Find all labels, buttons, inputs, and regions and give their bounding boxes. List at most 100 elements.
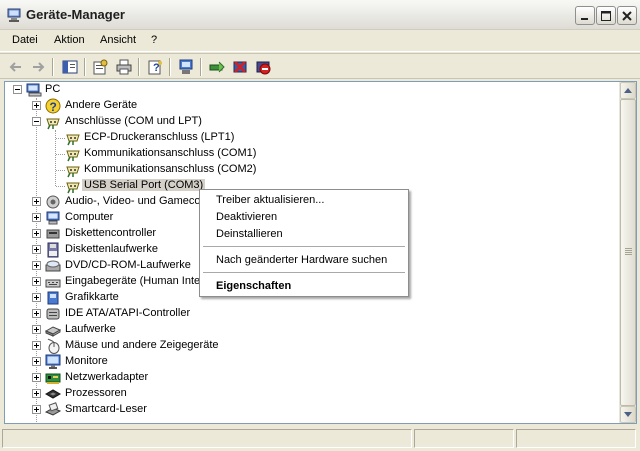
cdrom-icon (45, 258, 61, 274)
tree-node-lpt1[interactable]: ECP-Druckeranschluss (LPT1) (5, 130, 605, 146)
scroll-up-button[interactable] (620, 82, 636, 99)
menu-datei[interactable]: Datei (12, 34, 38, 46)
toolbar-separator (138, 58, 140, 76)
port-icon (65, 146, 81, 162)
disable-icon[interactable] (253, 57, 273, 77)
tree-node-label-selected: USB Serial Port (COM3) (82, 179, 206, 191)
expand-icon[interactable] (32, 197, 41, 206)
floppy-controller-icon (45, 226, 61, 242)
port-icon (65, 162, 81, 178)
computer-icon (45, 210, 61, 226)
menu-aktion[interactable]: Aktion (54, 34, 85, 46)
back-icon[interactable] (6, 57, 26, 77)
window-title: Geräte-Manager (26, 7, 125, 22)
tree-node-label: Andere Geräte (65, 99, 138, 111)
expand-icon[interactable] (32, 309, 41, 318)
expand-icon[interactable] (32, 293, 41, 302)
port-icon (65, 130, 81, 146)
properties-icon[interactable] (90, 57, 110, 77)
menu-item-scan-hardware[interactable]: Nach geänderter Hardware suchen (201, 252, 407, 269)
tree-node-network[interactable]: Netzwerkadapter (5, 370, 605, 386)
tree-node-label: ECP-Druckeranschluss (LPT1) (84, 131, 235, 143)
tree-connector (56, 170, 65, 171)
scrollbar-thumb[interactable] (620, 99, 636, 406)
smartcard-reader-icon (44, 402, 62, 418)
menu-item-properties[interactable]: Eigenschaften (201, 278, 407, 295)
tree-node-monitors[interactable]: Monitore (5, 354, 605, 370)
uninstall-icon[interactable] (230, 57, 250, 77)
monitor-icon (45, 354, 61, 370)
menu-help[interactable]: ? (151, 34, 157, 46)
expand-icon[interactable] (32, 277, 41, 286)
tree-node-label: Kommunikationsanschluss (COM1) (84, 147, 257, 159)
status-bar (0, 426, 640, 451)
tree-node-disk-drives[interactable]: Laufwerke (5, 322, 605, 338)
help-icon[interactable]: ? (145, 57, 165, 77)
expand-icon[interactable] (32, 389, 41, 398)
tree-node-label: DVD/CD-ROM-Laufwerke (65, 259, 191, 271)
expand-icon[interactable] (32, 325, 41, 334)
tree-node-label: Monitore (65, 355, 108, 367)
port-icon (65, 178, 81, 194)
menu-ansicht[interactable]: Ansicht (100, 34, 136, 46)
expand-icon[interactable] (32, 229, 41, 238)
expand-icon[interactable] (32, 405, 41, 414)
tree-node-ports[interactable]: Anschlüsse (COM und LPT) (5, 114, 605, 130)
tree-node-label: Mäuse und andere Zeigegeräte (65, 339, 219, 351)
expand-icon[interactable] (32, 341, 41, 350)
unknown-device-icon: ? (45, 98, 61, 114)
scan-hardware-icon[interactable] (176, 57, 196, 77)
expand-icon[interactable] (32, 357, 41, 366)
tree-node-processors[interactable]: Prozessoren (5, 386, 605, 402)
scroll-down-button[interactable] (620, 406, 636, 423)
print-icon[interactable] (114, 57, 134, 77)
expand-icon[interactable] (32, 101, 41, 110)
device-manager-icon (6, 7, 22, 23)
tree-node-label: Computer (65, 211, 114, 223)
toolbar: ? (0, 53, 640, 79)
expand-icon[interactable] (32, 213, 41, 222)
menu-item-update-driver[interactable]: Treiber aktualisieren... (201, 192, 407, 209)
audio-icon (45, 194, 61, 210)
menu-item-uninstall[interactable]: Deinstallieren (201, 226, 407, 243)
tree-node-label: Diskettencontroller (65, 227, 157, 239)
network-adapter-icon (45, 370, 61, 386)
svg-text:?: ? (50, 100, 57, 114)
tree-node-label: Prozessoren (65, 387, 127, 399)
collapse-icon[interactable] (32, 117, 41, 126)
tree-connector (56, 154, 65, 155)
tree-node-com2[interactable]: Kommunikationsanschluss (COM2) (5, 162, 605, 178)
disk-drive-icon (44, 322, 62, 338)
tree-node-other-devices[interactable]: ? Andere Geräte (5, 98, 605, 114)
collapse-icon[interactable] (13, 85, 22, 94)
port-icon (45, 114, 61, 130)
console-tree-icon[interactable] (60, 57, 80, 77)
menu-item-disable[interactable]: Deaktivieren (201, 209, 407, 226)
status-pane (414, 429, 514, 448)
tree-node-smartcard[interactable]: Smartcard-Leser (5, 402, 605, 418)
status-pane-main (2, 429, 412, 448)
tree-node-ide[interactable]: IDE ATA/ATAPI-Controller (5, 306, 605, 322)
minimize-button[interactable] (575, 6, 595, 25)
update-driver-icon[interactable] (207, 57, 227, 77)
toolbar-separator (200, 58, 202, 76)
tree-node-com1[interactable]: Kommunikationsanschluss (COM1) (5, 146, 605, 162)
forward-icon[interactable] (28, 57, 48, 77)
tree-node-label: Smartcard-Leser (65, 403, 147, 415)
display-adapter-icon (45, 290, 61, 306)
expand-icon[interactable] (32, 245, 41, 254)
status-pane (516, 429, 636, 448)
toolbar-separator (84, 58, 86, 76)
vertical-scrollbar[interactable] (619, 82, 636, 423)
tree-node-pc[interactable]: PC (5, 82, 605, 98)
computer-icon (26, 82, 42, 98)
tree-node-label: Laufwerke (65, 323, 116, 335)
expand-icon[interactable] (32, 373, 41, 382)
close-button[interactable] (617, 6, 637, 25)
expand-icon[interactable] (32, 261, 41, 270)
tree-node-label: Kommunikationsanschluss (COM2) (84, 163, 257, 175)
tree-node-label: PC (45, 83, 61, 95)
toolbar-separator (169, 58, 171, 76)
tree-node-mice[interactable]: Mäuse und andere Zeigegeräte (5, 338, 605, 354)
maximize-button[interactable] (596, 6, 616, 25)
